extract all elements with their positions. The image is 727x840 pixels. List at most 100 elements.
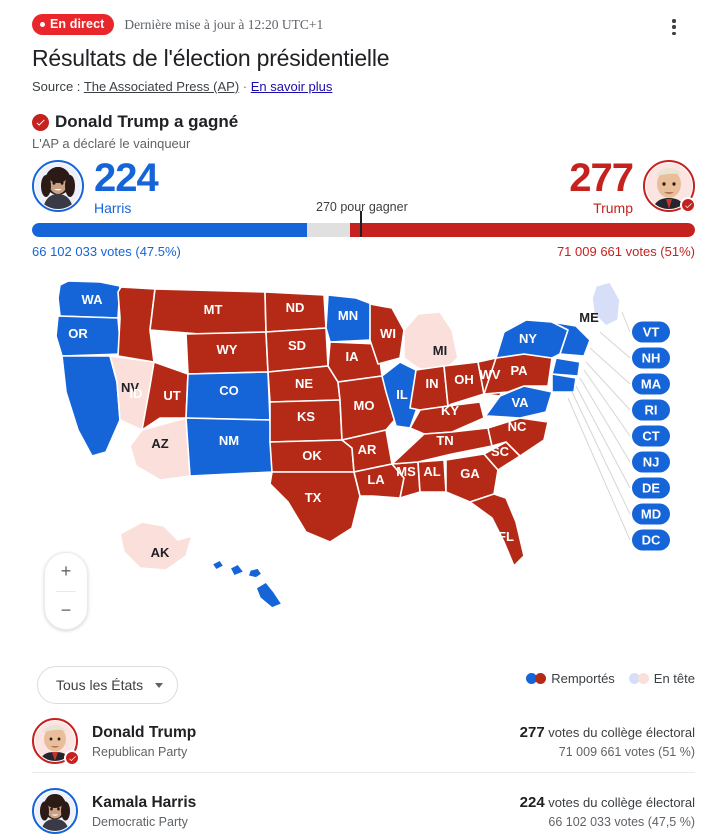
live-badge: En direct <box>32 14 115 35</box>
electoral-vote-line: 277 votes du collège électoral <box>520 724 695 741</box>
popular-vote-line: 66 102 033 votes (47,5 %) <box>548 814 695 829</box>
electoral-vote-label: votes du collège électoral <box>548 794 695 810</box>
trump-electoral-votes: 277 <box>569 156 634 200</box>
candidate-name: Kamala Harris <box>92 793 197 811</box>
map-zoom-controls[interactable]: + − <box>44 552 88 630</box>
winner-check-icon <box>680 197 696 213</box>
candidate-row-trump[interactable]: Donald Trump Republican Party 277 votes … <box>32 710 695 772</box>
winner-check-icon <box>64 750 80 766</box>
kebab-dot <box>672 31 676 35</box>
last-updated-text: Dernière mise à jour à 12:20 UTC+1 <box>124 16 324 32</box>
callout-leader-line-nj <box>579 377 631 463</box>
map-state-hi[interactable] <box>247 567 263 579</box>
kebab-dot <box>672 19 676 23</box>
map-state-label-va: VA <box>511 395 529 410</box>
candidate-name: Donald Trump <box>92 723 197 741</box>
map-state-label-fl: FL <box>498 529 514 544</box>
map-state-tx[interactable] <box>269 471 361 543</box>
map-state-label-sd: SD <box>288 338 306 353</box>
kebab-dot <box>672 25 676 29</box>
avatar-harris <box>32 160 84 212</box>
scoreboard-right: 277 Trump <box>569 156 696 216</box>
map-callout-label-ri: RI <box>645 403 658 418</box>
map-state-label-ar: AR <box>358 442 377 457</box>
map-state-label-ms: MS <box>396 464 416 479</box>
us-map-svg[interactable]: WAORCANVIDMTWYUTAZCONMNDSDNEKSOKTXMNIAMO… <box>0 270 727 660</box>
callout-leader-line-md <box>571 391 631 515</box>
legend-label: En tête <box>653 671 695 686</box>
map-legend: Remportés En tête <box>526 671 695 686</box>
source-line: Source : The Associated Press (AP) · En … <box>32 79 332 94</box>
page-title: Résultats de l'élection présidentielle <box>32 45 390 71</box>
plus-icon[interactable]: + <box>45 553 87 591</box>
legend-item: En tête <box>628 671 695 686</box>
learn-more-link[interactable]: En savoir plus <box>251 79 333 94</box>
map-state-hi-island-0[interactable] <box>211 559 225 571</box>
map-callout-label-nj: NJ <box>643 455 660 470</box>
legend-item: Remportés <box>526 671 615 686</box>
map-state-label-ok: OK <box>302 448 322 463</box>
map-state-nj-block[interactable] <box>551 357 581 377</box>
map-state-id[interactable] <box>117 286 156 363</box>
map-state-label-ky: KY <box>441 403 459 418</box>
map-state-label-pa: PA <box>510 363 528 378</box>
map-state-label-ga: GA <box>460 466 480 481</box>
source-link[interactable]: The Associated Press (AP) <box>84 79 239 94</box>
legend-swatch <box>628 673 649 684</box>
map-state-label-mt: MT <box>204 302 223 317</box>
map-state-ca[interactable] <box>61 355 121 457</box>
map-state-label-ia: IA <box>346 349 360 364</box>
callout-leader-line-dc <box>567 397 631 541</box>
legend-label: Remportés <box>551 671 615 686</box>
scoreboard-left: 224 Harris <box>32 158 159 216</box>
harris-popular-votes: 66 102 033 votes (47.5%) <box>32 244 181 259</box>
minus-icon[interactable]: − <box>45 592 87 630</box>
callout-leader-line-nh <box>599 331 631 359</box>
trump-popular-votes: 71 009 661 votes (51%) <box>556 244 695 259</box>
avatar-photo <box>35 791 75 831</box>
source-separator: · <box>242 79 248 94</box>
candidate-party: Republican Party <box>92 744 188 759</box>
map-state-or[interactable] <box>55 315 122 357</box>
avatar-trump-row <box>32 718 80 766</box>
candidate-info: Donald Trump Republican Party <box>92 724 196 759</box>
map-state-label-il: IL <box>396 387 408 402</box>
map-state-label-mi: MI <box>433 343 447 358</box>
map-state-label-wy: WY <box>217 342 238 357</box>
trump-name: Trump <box>593 200 633 216</box>
electoral-vote-line: 224 votes du collège électoral <box>520 794 695 811</box>
candidate-results: 277 votes du collège électoral 71 009 66… <box>520 724 695 759</box>
electoral-bar <box>32 211 695 237</box>
trump-score: 277 Trump <box>569 156 634 216</box>
map-state-hi-island-1[interactable] <box>229 563 245 577</box>
candidate-row-harris[interactable]: Kamala Harris Democratic Party 224 votes… <box>32 780 695 840</box>
candidate-results: 224 votes du collège électoral 66 102 03… <box>520 794 695 829</box>
map-state-md-block[interactable] <box>551 373 577 393</box>
map-state-fl[interactable] <box>469 493 525 567</box>
map-state-label-ny: NY <box>519 331 537 346</box>
us-electoral-map[interactable]: WA OR CA NV ID MT WY UT AZ CO NM ND SD NE KS OK TX MN IA MO… <box>0 270 727 660</box>
map-state-label-oh: OH <box>454 372 474 387</box>
map-state-label-nc: NC <box>508 419 527 434</box>
legend-dot <box>637 673 649 684</box>
map-state-label-ca: CA <box>49 408 68 423</box>
electoral-bar-dem <box>32 223 308 237</box>
avatar-harris-row <box>32 788 78 834</box>
more-vertical-icon[interactable] <box>665 18 683 36</box>
map-state-label-wi: WI <box>380 326 396 341</box>
winner-subtext: L'AP a déclaré le vainqueur <box>32 136 191 151</box>
candidate-divider <box>32 772 695 773</box>
electoral-vote-count: 224 <box>519 793 545 811</box>
map-state-hi-island-2[interactable] <box>255 581 283 609</box>
map-callout-label-de: DE <box>642 481 660 496</box>
candidate-party: Democratic Party <box>92 814 188 829</box>
map-state-label-wv: WV <box>480 367 501 382</box>
map-callout-label-md: MD <box>641 507 661 522</box>
winner-text: Donald Trump a gagné <box>55 112 239 131</box>
header-status-row: En direct Dernière mise à jour à 12:20 U… <box>32 14 323 35</box>
live-badge-label: En direct <box>50 17 105 31</box>
harris-name: Harris <box>94 200 132 216</box>
state-filter-dropdown[interactable]: Tous les États <box>37 666 179 704</box>
map-state-label-nd: ND <box>286 300 305 315</box>
legend-swatch <box>526 673 547 684</box>
